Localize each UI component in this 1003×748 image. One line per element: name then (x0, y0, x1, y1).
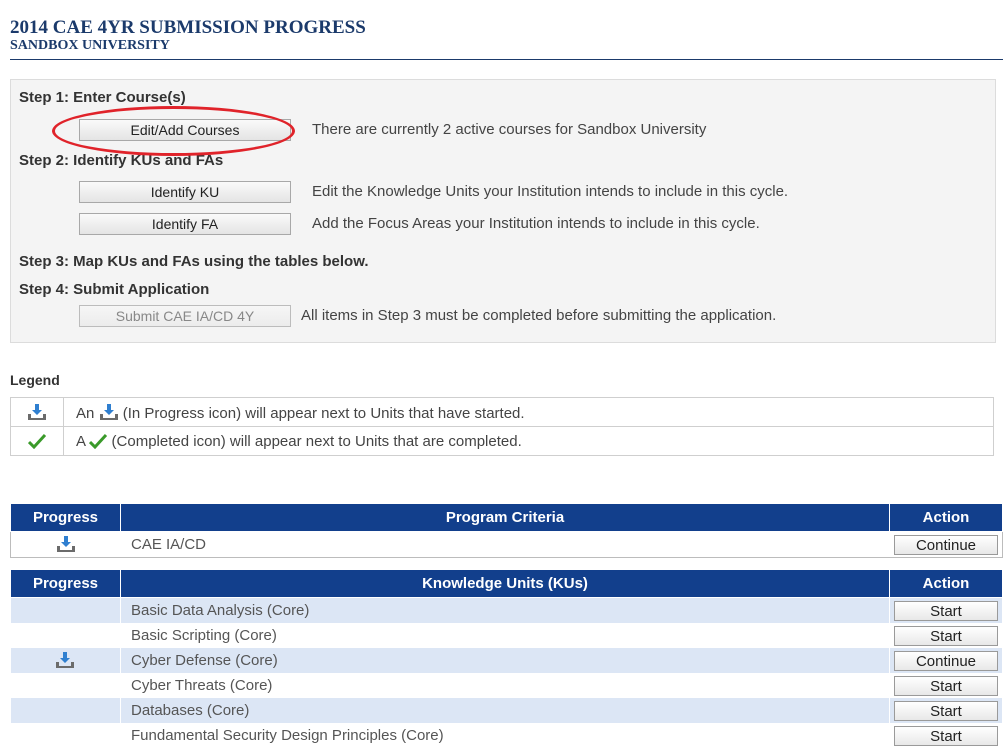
step1-heading: Step 1: Enter Course(s) (19, 89, 186, 106)
legend-in-progress-text: (In Progress icon) will appear next to U… (122, 404, 525, 422)
legend-completed-text: (Completed icon) will appear next to Uni… (111, 432, 522, 450)
table-row: Fundamental Security Design Principles (… (10, 723, 1003, 748)
program-criteria-header: Program Criteria (120, 503, 890, 532)
annotation-circle (52, 106, 295, 156)
ku-name: Cyber Defense (Core) (120, 648, 890, 673)
download-tray-icon (28, 403, 46, 420)
ku-name: Databases (Core) (120, 698, 890, 723)
ku-action-header: Action (889, 569, 1003, 598)
table-row: Databases (Core) Start (10, 698, 1003, 723)
institution-name: SANDBOX UNIVERSITY (10, 38, 170, 53)
start-button[interactable]: Start (894, 625, 998, 646)
legend-title: Legend (10, 372, 60, 388)
download-tray-icon (56, 652, 75, 668)
start-button[interactable]: Start (894, 675, 998, 696)
identify-ku-button[interactable]: Identify KU (79, 181, 291, 203)
ku-name: Basic Scripting (Core) (120, 623, 890, 648)
legend-in-progress-prefix: An (76, 404, 95, 422)
program-criteria-name: CAE IA/CD (120, 531, 890, 558)
ku-name: Cyber Threats (Core) (120, 673, 890, 698)
ku-criteria-header: Knowledge Units (KUs) (120, 569, 890, 598)
table-row: Basic Data Analysis (Core) Start (10, 597, 1003, 623)
submit-application-button[interactable]: Submit CAE IA/CD 4Y (79, 305, 291, 327)
knowledge-units-table: Progress Knowledge Units (KUs) Action Ba… (10, 569, 1003, 748)
legend-completed-prefix: A (76, 432, 86, 450)
ku-name: Fundamental Security Design Principles (… (120, 723, 890, 748)
start-button[interactable]: Start (894, 700, 998, 721)
download-tray-icon (99, 403, 118, 420)
table-row: CAE IA/CD Continue (10, 531, 1003, 558)
page-title: 2014 CAE 4YR SUBMISSION PROGRESS (10, 17, 366, 38)
legend-row-completed: A (Completed icon) will appear next to U… (10, 426, 994, 456)
step3-heading: Step 3: Map KUs and FAs using the tables… (19, 253, 369, 270)
table-row: Cyber Defense (Core) Continue (10, 648, 1003, 673)
step4-heading: Step 4: Submit Application (19, 281, 210, 298)
program-progress-header: Progress (10, 503, 121, 532)
start-button[interactable]: Start (894, 725, 998, 746)
submit-requirement-text: All items in Step 3 must be completed be… (301, 307, 777, 324)
table-row: Cyber Threats (Core) Start (10, 673, 1003, 698)
legend-row-in-progress: An (In Progress icon) will appear next t… (10, 397, 994, 427)
program-criteria-table: Progress Program Criteria Action CAE IA/… (10, 503, 1003, 558)
download-tray-icon (56, 536, 75, 552)
legend-table: An (In Progress icon) will appear next t… (10, 397, 994, 456)
identify-fa-description: Add the Focus Areas your Institution int… (312, 215, 760, 232)
courses-status-text: There are currently 2 active courses for… (312, 121, 707, 138)
ku-progress-header: Progress (10, 569, 121, 598)
continue-button[interactable]: Continue (894, 534, 998, 555)
page-header: 2014 CAE 4YR SUBMISSION PROGRESS SANDBOX… (10, 18, 1003, 60)
start-button[interactable]: Start (894, 600, 998, 621)
program-action-header: Action (889, 503, 1003, 532)
identify-ku-description: Edit the Knowledge Units your Institutio… (312, 183, 789, 200)
table-row: Basic Scripting (Core) Start (10, 623, 1003, 648)
checkmark-icon (89, 433, 108, 449)
identify-fa-button[interactable]: Identify FA (79, 213, 291, 235)
checkmark-icon (28, 433, 46, 449)
continue-button[interactable]: Continue (894, 650, 998, 671)
ku-name: Basic Data Analysis (Core) (120, 597, 890, 623)
